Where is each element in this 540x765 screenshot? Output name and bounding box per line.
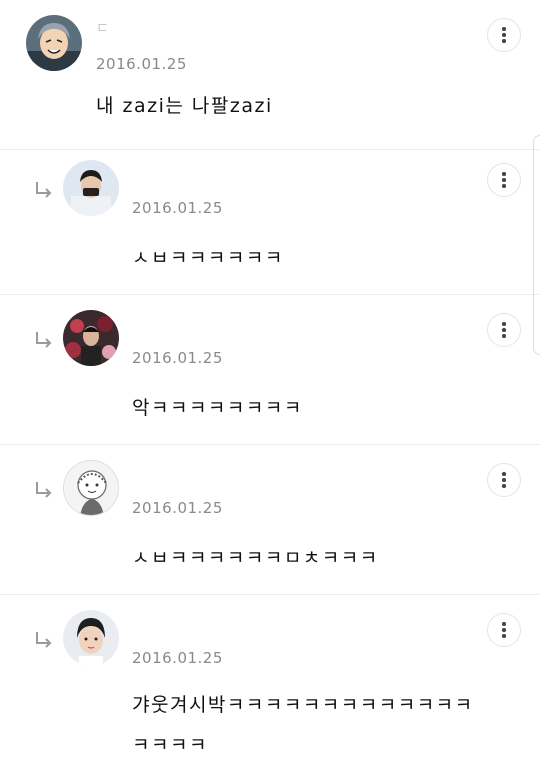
comment-date: 2016.01.25	[96, 55, 187, 73]
side-panel-edge[interactable]	[533, 135, 540, 355]
reply-item: 2016.01.25 ㅅㅂㅋㅋㅋㅋㅋㅋ	[0, 145, 540, 295]
sketch-avatar-icon[interactable]	[63, 460, 119, 516]
group-photo-icon[interactable]	[63, 310, 119, 366]
reply-arrow-icon	[36, 332, 52, 348]
more-vertical-icon[interactable]	[487, 18, 521, 52]
more-vertical-icon[interactable]	[487, 463, 521, 497]
reply-item: 2016.01.25 갸웃겨시박ㅋㅋㅋㅋㅋㅋㅋㅋㅋㅋㅋㅋㅋㅋㅋㅋㅋ	[0, 595, 540, 765]
more-vertical-icon[interactable]	[487, 313, 521, 347]
comment-item: ㄷ 2016.01.25 내 zazi는 나팔zazi	[0, 0, 540, 150]
reply-arrow-icon	[36, 182, 52, 198]
comment-date: 2016.01.25	[132, 349, 223, 367]
comment-text: 갸웃겨시박ㅋㅋㅋㅋㅋㅋㅋㅋㅋㅋㅋㅋㅋㅋㅋㅋㅋ	[132, 694, 474, 756]
comment-date: 2016.01.25	[132, 649, 223, 667]
comment-text: ㅅㅂㅋㅋㅋㅋㅋㅋ	[132, 247, 284, 269]
comment-text: ㅅㅂㅋㅋㅋㅋㅋㅋㅁㅊㅋㅋㅋ	[132, 547, 379, 569]
reply-item: 2016.01.25 악ㅋㅋㅋㅋㅋㅋㅋㅋ	[0, 295, 540, 445]
reply-arrow-icon	[36, 482, 52, 498]
comment-text: 내 zazi는 나팔zazi	[96, 95, 273, 117]
more-vertical-icon[interactable]	[487, 613, 521, 647]
more-vertical-icon[interactable]	[487, 163, 521, 197]
comment-text: 악ㅋㅋㅋㅋㅋㅋㅋㅋ	[132, 397, 303, 419]
comment-date: 2016.01.25	[132, 199, 223, 217]
reply-item: 2016.01.25 ㅅㅂㅋㅋㅋㅋㅋㅋㅁㅊㅋㅋㅋ	[0, 445, 540, 595]
comment-author[interactable]: ㄷ	[96, 18, 110, 38]
reply-arrow-icon	[36, 632, 52, 648]
portrait-photo-icon[interactable]	[63, 610, 119, 666]
cartoon-avatar-icon[interactable]	[26, 15, 82, 71]
comment-date: 2016.01.25	[132, 499, 223, 517]
person-photo-icon[interactable]	[63, 160, 119, 216]
